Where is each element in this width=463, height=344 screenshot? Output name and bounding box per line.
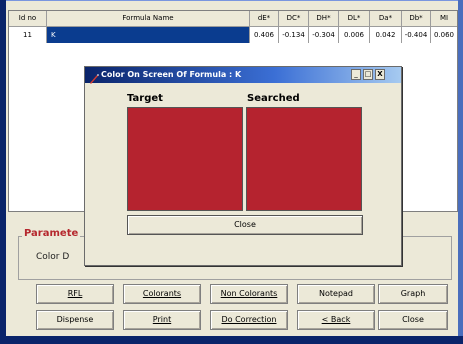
dialog-title-bar[interactable]: Color On Screen Of Formula : K _ □ X: [85, 67, 401, 84]
header-mi[interactable]: MI: [431, 11, 457, 26]
rfl-button[interactable]: RFL: [36, 284, 114, 304]
graph-button[interactable]: Graph: [378, 284, 448, 304]
cell-da[interactable]: 0.042: [370, 27, 402, 43]
non-colorants-button[interactable]: Non Colorants: [210, 284, 288, 304]
header-de[interactable]: dE*: [250, 11, 279, 26]
table-row[interactable]: 11 K 0.406 -0.134 -0.304 0.006 0.042 -0.…: [9, 27, 457, 43]
header-db[interactable]: Db*: [402, 11, 431, 26]
header-dc[interactable]: DC*: [279, 11, 309, 26]
bottom-border: [0, 336, 463, 344]
cell-dc[interactable]: -0.134: [279, 27, 309, 43]
back-button[interactable]: < Back: [297, 310, 375, 330]
table-header: Id no Formula Name dE* DC* DH* DL* Da* D…: [9, 11, 457, 27]
print-button[interactable]: Print: [123, 310, 201, 330]
searched-label: Searched: [247, 93, 300, 104]
cell-id-no[interactable]: 11: [9, 27, 47, 43]
cell-db[interactable]: -0.404: [402, 27, 431, 43]
left-border: [0, 0, 6, 344]
maximize-button[interactable]: □: [363, 69, 373, 80]
parameters-title: Paramete: [22, 228, 81, 239]
color-difference-label: Color D: [36, 252, 70, 262]
minimize-button[interactable]: _: [351, 69, 361, 80]
header-id-no[interactable]: Id no: [9, 11, 47, 26]
target-label: Target: [127, 93, 163, 104]
header-formula-name[interactable]: Formula Name: [47, 11, 250, 26]
dispense-button[interactable]: Dispense: [36, 310, 114, 330]
do-correction-button[interactable]: Do Correction: [210, 310, 288, 330]
right-border: [458, 0, 463, 344]
cell-formula-name[interactable]: K: [47, 27, 250, 43]
header-da[interactable]: Da*: [370, 11, 402, 26]
dialog-close-x-button[interactable]: X: [375, 69, 385, 80]
colorants-button[interactable]: Colorants: [123, 284, 201, 304]
dialog-close-button[interactable]: Close: [127, 215, 363, 235]
pen-icon: [89, 69, 99, 84]
target-color-swatch: [127, 107, 243, 211]
header-dl[interactable]: DL*: [339, 11, 370, 26]
notepad-button[interactable]: Notepad: [297, 284, 375, 304]
close-button[interactable]: Close: [378, 310, 448, 330]
cell-de[interactable]: 0.406: [250, 27, 279, 43]
header-dh[interactable]: DH*: [309, 11, 339, 26]
color-on-screen-dialog: Color On Screen Of Formula : K _ □ X Tar…: [84, 66, 402, 266]
cell-dl[interactable]: 0.006: [339, 27, 370, 43]
dialog-title: Color On Screen Of Formula : K: [101, 70, 242, 79]
searched-color-swatch: [246, 107, 362, 211]
cell-mi[interactable]: 0.060: [431, 27, 457, 43]
cell-dh[interactable]: -0.304: [309, 27, 339, 43]
